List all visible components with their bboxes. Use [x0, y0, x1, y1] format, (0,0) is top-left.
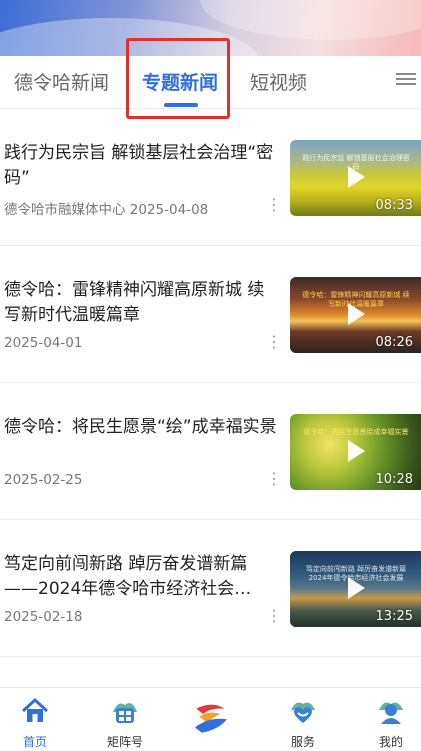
top-banner: [0, 0, 421, 56]
article-meta: 2025-04-01: [4, 335, 83, 351]
active-tab-indicator: [164, 103, 198, 107]
video-thumbnail[interactable]: 践行为民宗旨 解锁基层社会治理密码 08:33: [290, 140, 421, 216]
play-icon: [348, 166, 365, 188]
article-title: 德令哈：雷锋精神闪耀高原新城 续写新时代温暖篇章: [4, 280, 265, 325]
nav-label-home: 首页: [22, 735, 47, 749]
nav-matrix[interactable]: 矩阵号: [90, 688, 160, 751]
list-item[interactable]: 笃定向前闯新路 踔厉奋发谱新篇——2024年德令哈市经济社会… 2025-02-…: [0, 549, 421, 686]
divider: [0, 656, 421, 657]
more-options-icon[interactable]: ⋮: [266, 332, 282, 351]
video-duration: 08:33: [375, 198, 413, 213]
nav-label-matrix: 矩阵号: [106, 735, 143, 749]
nav-service[interactable]: 服务: [268, 688, 338, 751]
article-title: 德令哈：将民生愿景“绘”成幸福实景: [4, 417, 277, 437]
nav-label-service: 服务: [290, 735, 315, 749]
nav-app-logo[interactable]: [176, 688, 246, 751]
more-options-icon[interactable]: ⋮: [266, 469, 282, 488]
more-options-icon[interactable]: ⋮: [266, 195, 282, 214]
tab-dlh-news[interactable]: 德令哈新闻: [14, 68, 109, 95]
video-duration: 13:25: [375, 609, 413, 624]
divider: [0, 519, 421, 520]
video-thumbnail[interactable]: 笃定向前闯新路 踔厉奋发谱新篇 2024年德令哈市经济社会发展 13:25: [290, 551, 421, 627]
article-meta: 2025-02-18: [4, 609, 83, 625]
article-title: 践行为民宗旨 解锁基层社会治理“密码”: [4, 143, 274, 188]
article-meta: 2025-02-25: [4, 472, 83, 488]
list-item[interactable]: 践行为民宗旨 解锁基层社会治理“密码” 德令哈市融媒体中心 2025-04-08…: [0, 138, 421, 275]
list-item[interactable]: 德令哈：将民生愿景“绘”成幸福实景 2025-02-25 ⋮ 德令哈：将民生愿景…: [0, 412, 421, 549]
profile-icon: [379, 702, 403, 724]
thumbnail-caption: 德令哈：将民生愿景绘成幸福实景: [303, 428, 409, 436]
category-tab-bar: 德令哈新闻 专题新闻 短视频: [0, 56, 421, 109]
list-item[interactable]: 德令哈：雷锋精神闪耀高原新城 续写新时代温暖篇章 2025-04-01 ⋮ 德令…: [0, 275, 421, 412]
home-icon: [21, 698, 49, 722]
tab-short-video[interactable]: 短视频: [250, 68, 307, 95]
nav-profile[interactable]: 我的: [356, 688, 421, 751]
video-thumbnail[interactable]: 德令哈：雷锋精神闪耀高原新城 续写新时代温暖篇章 08:26: [290, 277, 421, 353]
tab-special-news[interactable]: 专题新闻: [142, 68, 218, 95]
divider: [0, 245, 421, 246]
article-title: 笃定向前闯新路 踔厉奋发谱新篇——2024年德令哈市经济社会…: [4, 554, 252, 599]
more-options-icon[interactable]: ⋮: [266, 606, 282, 625]
article-meta: 德令哈市融媒体中心 2025-04-08: [4, 202, 209, 218]
video-duration: 08:26: [375, 335, 413, 350]
menu-icon[interactable]: [396, 70, 416, 90]
service-icon: [291, 702, 315, 723]
divider: [0, 382, 421, 383]
video-duration: 10:28: [375, 472, 413, 487]
video-thumbnail[interactable]: 德令哈：将民生愿景绘成幸福实景 10:28: [290, 414, 421, 490]
play-icon: [348, 440, 365, 462]
matrix-icon: [113, 703, 137, 723]
play-icon: [348, 577, 365, 599]
play-icon: [348, 303, 365, 325]
nav-label-profile: 我的: [378, 735, 403, 749]
app-logo-icon: [195, 704, 227, 733]
bottom-navigation: 首页 矩阵号 服务 我的: [0, 687, 421, 751]
nav-home[interactable]: 首页: [0, 688, 70, 751]
